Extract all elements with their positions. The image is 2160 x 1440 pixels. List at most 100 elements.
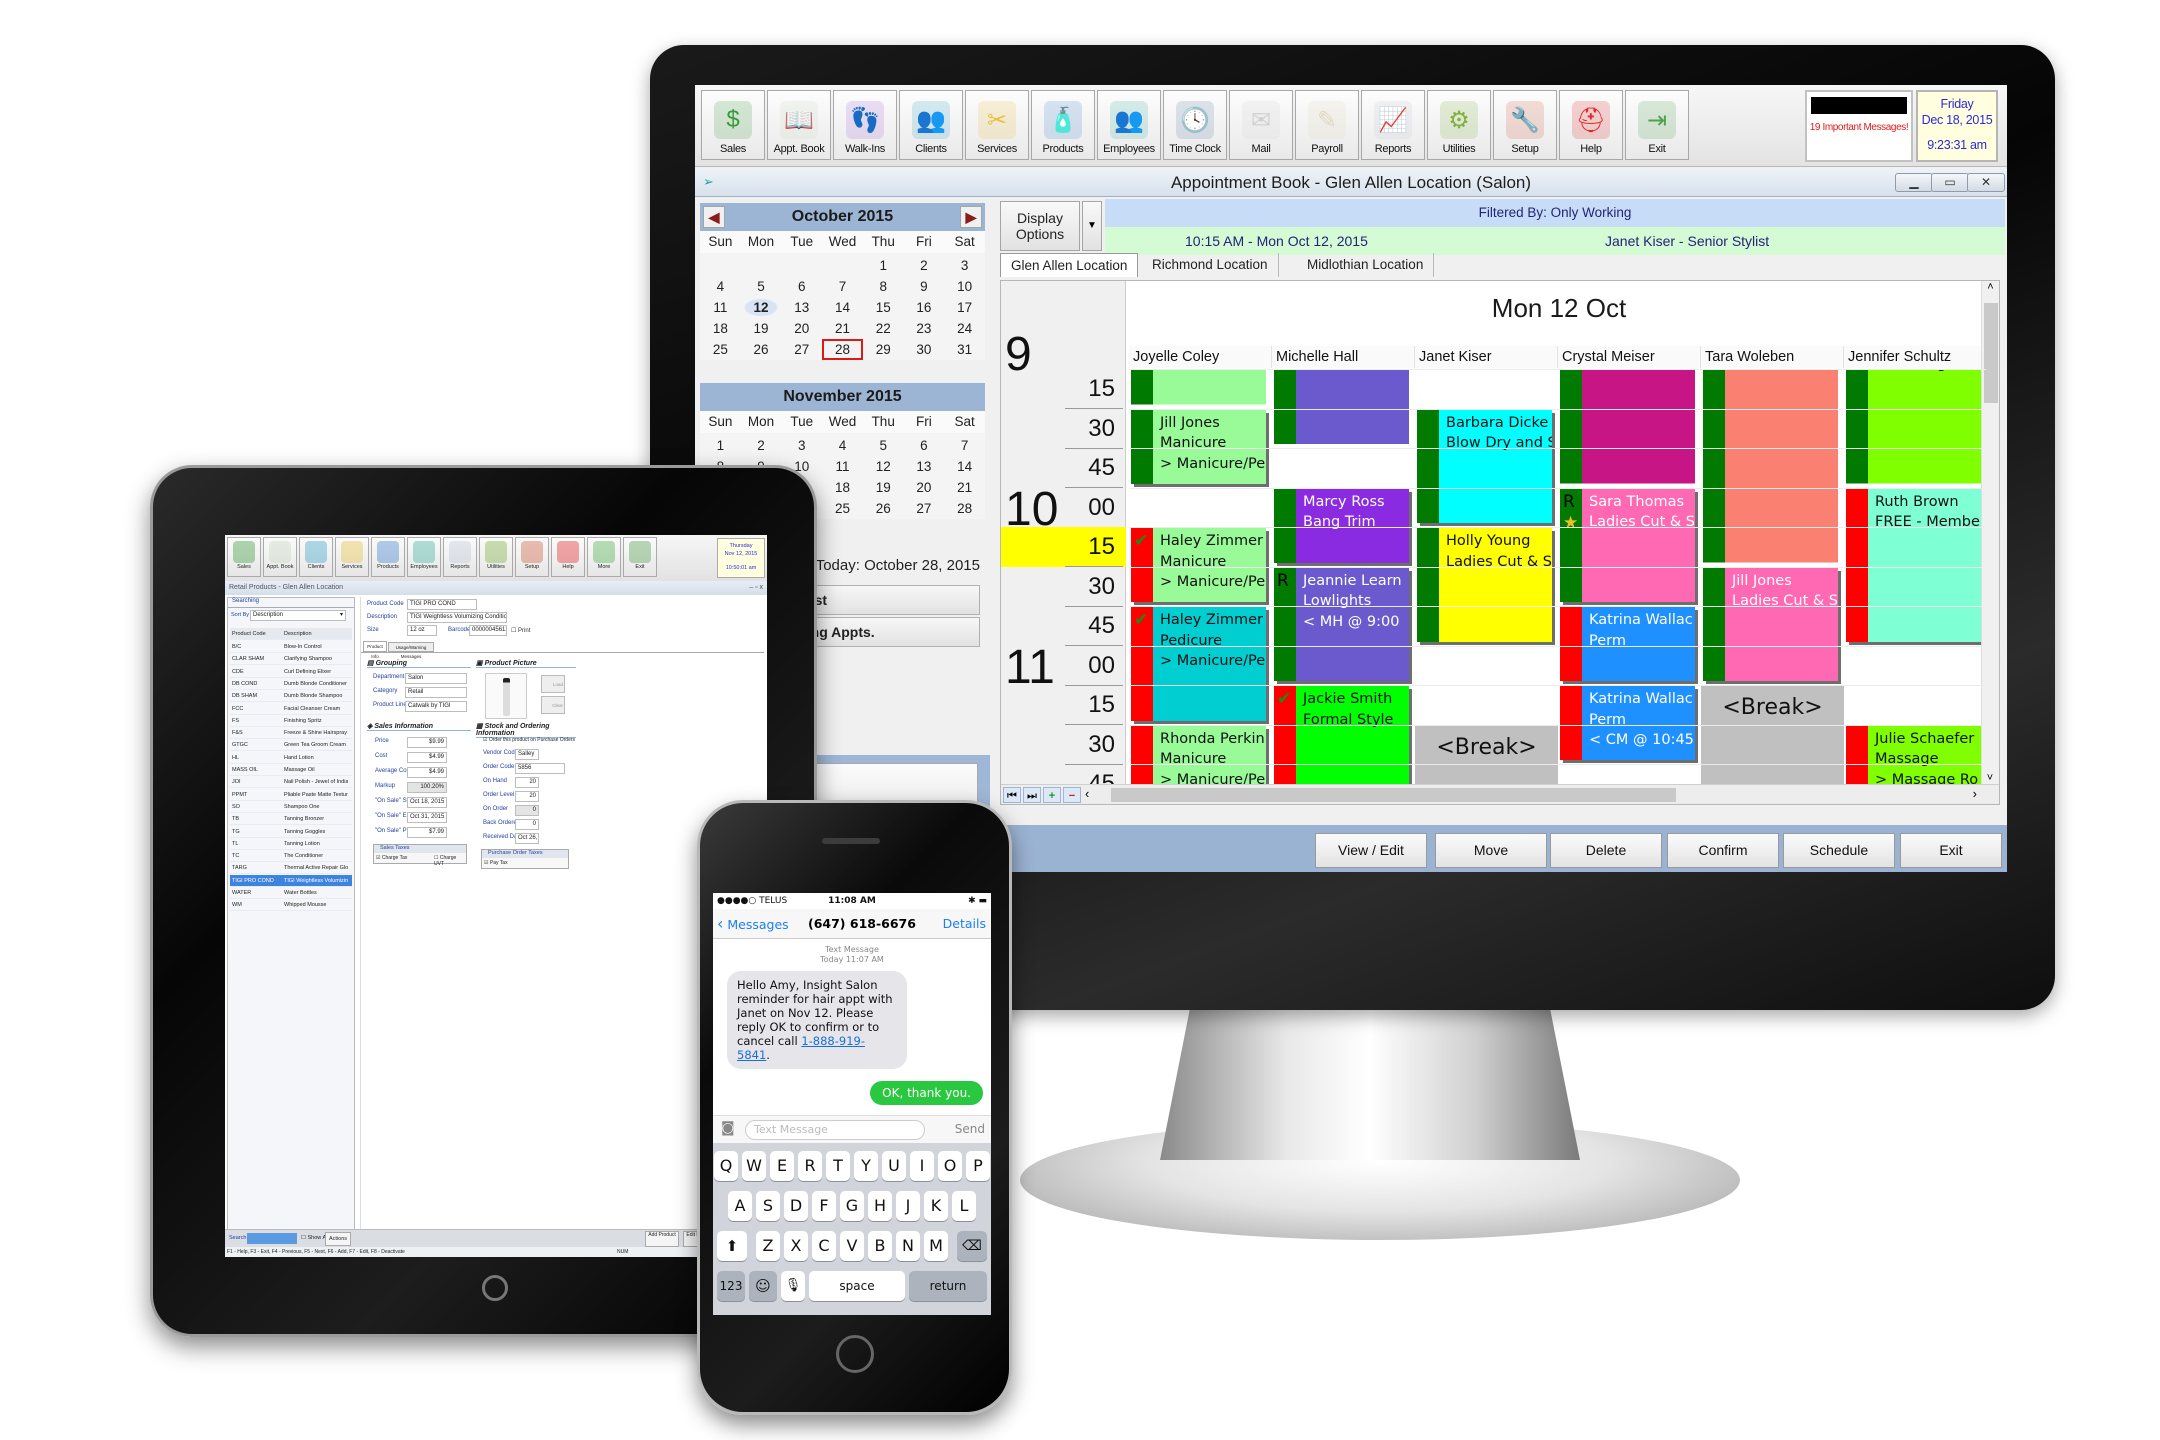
exit-button[interactable]: Exit [1900,833,2002,868]
appointment-block[interactable]: Katrina Wallac Perm < CM @ 10:45 [1560,686,1695,760]
key-p[interactable]: P [966,1151,990,1181]
toolbar-sales-button[interactable]: $ Sales [701,90,765,160]
calendar-day[interactable]: 19 [863,477,904,498]
product-list-row[interactable]: WATER Water Bottles [230,887,352,899]
key-k[interactable]: K [924,1191,948,1221]
stock-field-input[interactable]: Oct 26, 2015 [515,833,539,844]
product-list-row[interactable]: CDE Curl Defining Elixer [230,666,352,678]
appointment-block[interactable]: R Jeannie Learn Lowlights < MH @ 9:00 [1274,567,1409,681]
product-list-row[interactable]: FS Finishing Spritz [230,715,352,727]
sales-field-input[interactable]: 100.20% [407,782,447,793]
product-list-row[interactable]: TARG Thermal Active Repair Gloss [230,862,352,875]
product-list-row[interactable]: PPMT Pliable Paste Matte Texturizer [230,789,352,801]
key-g[interactable]: G [840,1191,864,1221]
tab-product-info[interactable]: Product Info [363,641,387,659]
sales-field-input[interactable]: Oct 18, 2015 [407,797,447,808]
clear-picture-button[interactable]: Clear [541,696,565,714]
sales-field-input[interactable]: $7.99 [407,827,447,838]
close-button[interactable]: ✕ [1967,173,2005,192]
calendar-day[interactable]: 16 [904,297,945,318]
appointment-block[interactable]: ✔ Haley Zimmer Manicure > Manicure/Pe [1131,528,1266,602]
scroll-thumb[interactable] [1984,303,1998,403]
department-input[interactable]: Salon [405,673,467,684]
calendar-day[interactable]: 13 [904,456,945,477]
tab-usage-warning[interactable]: Usage/Warning Messages [388,642,434,659]
tablet-toolbar-more-button[interactable]: More [587,537,621,577]
tablet-actions-button[interactable]: Actions [325,1232,351,1246]
staff-column-header[interactable]: Jennifer Schultz [1844,346,1987,368]
key-m[interactable]: M [924,1231,948,1261]
calendar-day[interactable]: 3 [944,255,985,276]
calendar-day[interactable]: 7 [944,435,985,456]
product-list-row[interactable]: TIGI PRO COND TIGI Weightless Volumizing … [230,874,352,887]
next-month-button[interactable]: ▶ [960,206,982,228]
details-button[interactable]: Details [943,909,986,939]
staff-column-header[interactable]: Joyelle Coley [1129,346,1272,368]
calendar-day[interactable]: 28 [944,498,985,519]
load-picture-button[interactable]: Load [541,675,565,693]
tablet-toolbar-setup-button[interactable]: Setup [515,537,549,577]
print-checkbox[interactable]: ☐ Print [511,627,530,634]
size-input[interactable]: 12 oz [407,625,437,636]
staff-column-header[interactable]: Michelle Hall [1272,346,1415,368]
tab-richmond[interactable]: Richmond Location [1142,253,1279,277]
description-input[interactable]: TIGI Weightless Volumizing Conditioner [407,612,507,623]
display-options-button[interactable]: Display Options [1000,201,1080,251]
appointment-block[interactable]: ✔ Haley Zimmer Pedicure > Manicure/Pe [1131,607,1266,721]
key-a[interactable]: A [728,1191,752,1221]
tablet-toolbar-clients-button[interactable]: Clients [299,537,333,577]
calendar-day[interactable]: 11 [700,297,741,318]
tablet-toolbar-exit-button[interactable]: Exit [623,537,657,577]
tablet-toolbar-appt-book-button[interactable]: Appt. Book [263,537,297,577]
toolbar-mail-button[interactable]: ✉ Mail [1229,90,1293,160]
calendar-day[interactable]: 28 [822,339,863,360]
product-list-row[interactable]: DB COND Dumb Blonde Conditioner [230,678,352,690]
tab-midlothian[interactable]: Midlothian Location [1297,253,1435,277]
product-list-row[interactable]: CLAR SHAM Clarifying Shampoo [230,653,352,666]
toolbar-reports-button[interactable]: 📈 Reports [1361,90,1425,160]
phone-home-button[interactable] [836,1335,874,1373]
numbers-key[interactable]: 123 [717,1271,745,1301]
staff-column-header[interactable]: Janet Kiser [1415,346,1558,368]
calendar-day[interactable]: 19 [741,318,782,339]
calendar-day[interactable]: 23 [904,318,945,339]
key-v[interactable]: V [840,1231,864,1261]
calendar-day[interactable]: 27 [781,339,822,360]
calendar-day[interactable]: 22 [863,318,904,339]
key-q[interactable]: Q [714,1151,738,1181]
key-z[interactable]: Z [756,1231,780,1261]
view-edit-button[interactable]: View / Edit [1315,833,1427,868]
toolbar-services-button[interactable]: ✂ Services [965,90,1029,160]
calendar-day[interactable]: 12 [863,456,904,477]
key-u[interactable]: U [882,1151,906,1181]
key-w[interactable]: W [742,1151,766,1181]
calendar-day[interactable]: 8 [863,276,904,297]
calendar-day[interactable]: 5 [863,435,904,456]
product-list-row[interactable]: TC The Conditioner [230,850,352,863]
sales-field-input[interactable]: Oct 31, 2015 [407,812,447,823]
dictation-key[interactable]: 🎙 [781,1271,805,1301]
product-list-row[interactable]: TB Tanning Bronzer [230,813,352,826]
key-s[interactable]: S [756,1191,780,1221]
calendar-day[interactable]: 10 [944,276,985,297]
calendar-day[interactable]: 9 [904,276,945,297]
backspace-key[interactable]: ⌫ [957,1231,987,1261]
key-r[interactable]: R [798,1151,822,1181]
vertical-scrollbar[interactable]: ˄ ˅ [1981,281,1999,786]
key-o[interactable]: O [938,1151,962,1181]
key-h[interactable]: H [868,1191,892,1221]
calendar-day[interactable]: 25 [822,498,863,519]
calendar-day[interactable]: 1 [700,435,741,456]
product-list-row[interactable]: WM Whipped Mousse [230,899,352,912]
product-list-row[interactable]: B/C Blow-In Control [230,641,352,653]
stock-field-input[interactable]: 0 [515,819,539,830]
toolbar-appt-book-button[interactable]: 📖 Appt. Book [767,90,831,160]
calendar-day[interactable]: 15 [863,297,904,318]
stock-field-input[interactable]: 20 [515,777,539,788]
tablet-toolbar-reports-button[interactable]: Reports [443,537,477,577]
calendar-day[interactable]: 14 [822,297,863,318]
calendar-day[interactable]: 7 [822,276,863,297]
key-e[interactable]: E [770,1151,794,1181]
appointment-block[interactable]: R ★ Sara Thomas Ladies Cut & S [1560,488,1695,602]
calendar-day[interactable]: 18 [700,318,741,339]
